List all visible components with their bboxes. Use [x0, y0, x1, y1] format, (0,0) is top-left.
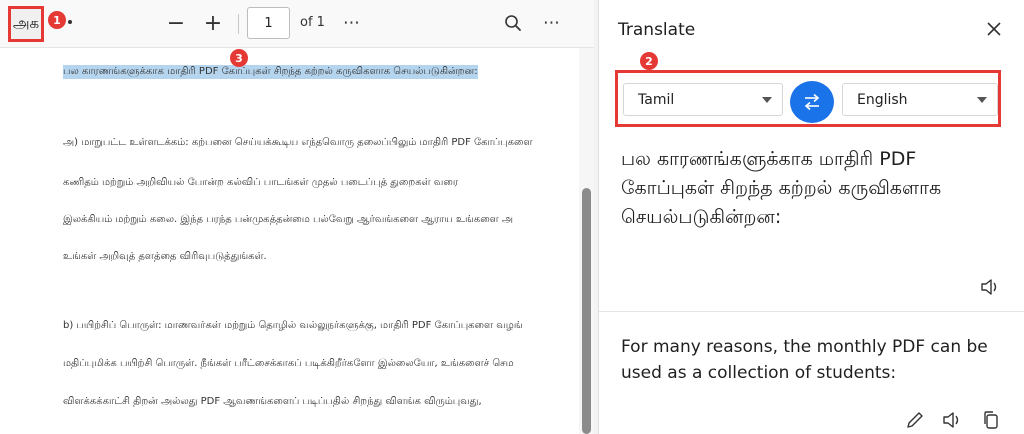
pdf-toolbar: அக 1 − + 1 of 1 ⋯ ⋯	[0, 0, 594, 48]
page-number-input[interactable]: 1	[247, 7, 290, 39]
more-menu-button[interactable]: ⋯	[540, 10, 564, 36]
vertical-scrollbar[interactable]	[579, 48, 594, 434]
translate-tool-button[interactable]: அக	[8, 6, 44, 42]
chevron-down-icon	[977, 97, 987, 103]
source-text: பல காரணங்களுக்காக மாதிரி PDF கோப்புகள் ச…	[621, 148, 942, 228]
toolbar-separator	[238, 14, 239, 34]
selected-paragraph[interactable]: பல காரணங்களுக்காக மாதிரி PDF கோப்புகள் ச…	[63, 65, 478, 79]
document-line: உங்கள் அறிவுத் தளத்தை விரிவுபடுத்துங்கள்…	[63, 251, 267, 262]
panel-divider	[599, 311, 1024, 312]
panel-title: Translate	[618, 20, 696, 40]
document-line: மதிப்புமிக்க பயிற்சி பொருள். நீங்கள் பரீ…	[63, 358, 514, 369]
swap-icon	[804, 93, 820, 111]
document-line: அ) மாறுபட்ட உள்ளடக்கம்: கற்பனை செய்யக்கூ…	[63, 137, 533, 148]
search-button[interactable]	[500, 10, 526, 36]
speaker-icon	[981, 279, 997, 295]
translated-text: For many reasons, the monthly PDF can be…	[621, 337, 988, 383]
document-line: b) பயிற்சிப் பொருள்: மாணவர்கள் மற்றும் த…	[63, 320, 523, 331]
source-language-select[interactable]: Tamil	[623, 83, 783, 116]
zoom-out-button[interactable]: −	[164, 10, 188, 36]
target-language-select[interactable]: English	[842, 83, 998, 116]
copy-icon	[984, 411, 998, 429]
more-options-button[interactable]: ⋯	[340, 10, 364, 36]
language-selector-row: Tamil English	[615, 70, 1001, 127]
document-line: இலக்கியம் மற்றும் கலை. இந்த பரந்த பன்முக…	[63, 214, 513, 225]
annotation-badge-1: 1	[48, 11, 66, 29]
zoom-in-button[interactable]: +	[200, 10, 226, 36]
translate-panel: Translate 2 Tamil English பல காரணங்களுக்…	[598, 0, 1024, 434]
pdf-viewer: அக 1 − + 1 of 1 ⋯ ⋯ 3 பல காரணங்களுக்காக …	[0, 0, 594, 434]
annotation-badge-3: 3	[230, 49, 248, 67]
target-language-label: English	[857, 91, 908, 108]
edit-button[interactable]	[905, 410, 925, 430]
listen-translation-button[interactable]	[942, 410, 964, 430]
close-button[interactable]	[983, 18, 1005, 40]
copy-button[interactable]	[981, 410, 1001, 430]
listen-source-button[interactable]	[980, 277, 1002, 297]
source-language-label: Tamil	[638, 91, 675, 108]
chevron-down-icon	[762, 97, 772, 103]
document-line: கணிதம் மற்றும் அறிவியல் போன்ற கல்விப் பா…	[63, 177, 458, 188]
scrollbar-thumb[interactable]	[582, 188, 591, 434]
swap-languages-button[interactable]	[790, 81, 834, 123]
translate-tool-glyph: அக	[12, 14, 40, 32]
page-total-label: of 1	[300, 15, 325, 30]
pdf-page: பல காரணங்களுக்காக மாதிரி PDF கோப்புகள் ச…	[0, 48, 578, 434]
search-icon	[505, 15, 521, 31]
toolbar-dot	[68, 20, 72, 24]
document-line: விளக்கக்காட்சி திறன் அல்லது PDF ஆவணங்களை…	[63, 396, 482, 407]
speaker-icon	[943, 412, 959, 428]
annotation-badge-2: 2	[640, 52, 658, 70]
app-root: அக 1 − + 1 of 1 ⋯ ⋯ 3 பல காரணங்களுக்காக …	[0, 0, 1024, 434]
pencil-icon	[907, 412, 923, 428]
close-icon	[987, 22, 1001, 36]
